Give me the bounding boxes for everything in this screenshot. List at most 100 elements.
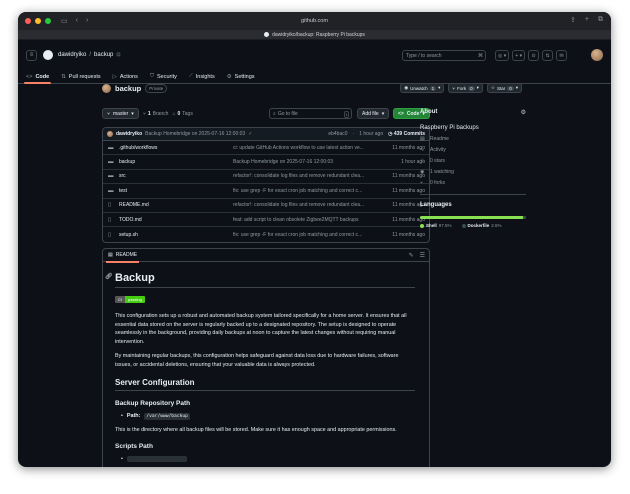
copilot-icon[interactable]: ◎ ▾ bbox=[495, 50, 510, 61]
branch-name: master bbox=[113, 110, 129, 117]
star-label: Star bbox=[496, 85, 506, 91]
repo-owner-avatar[interactable] bbox=[102, 83, 111, 93]
file-icon: ▯ bbox=[108, 231, 112, 238]
file-row[interactable]: ▬ .github/workflows ci: update GitHub Acti… bbox=[103, 141, 429, 156]
file-name[interactable]: src bbox=[119, 173, 126, 179]
tab-label: Actions bbox=[119, 73, 138, 80]
tab-label: Security bbox=[157, 73, 177, 80]
minimize-window-button[interactable] bbox=[35, 18, 41, 24]
commit-message[interactable]: Backup Homebridge on 2025-07-16 12:00:03 bbox=[145, 131, 245, 137]
close-window-button[interactable] bbox=[25, 18, 31, 24]
file-commit-message[interactable]: Backup Homebridge on 2025-07-16 12:00:03 bbox=[233, 159, 373, 165]
about-stat-star[interactable]: ☆ 0 stars bbox=[420, 158, 526, 164]
star-icon: ☆ bbox=[420, 158, 425, 164]
about-stat-pulse[interactable]: ∿ Activity bbox=[420, 147, 526, 153]
tags-link[interactable]: ⌂ 0 Tags bbox=[172, 111, 192, 117]
readme-tab[interactable]: ▤ README bbox=[105, 249, 140, 263]
check-icon[interactable]: ✓ bbox=[248, 131, 252, 137]
file-commit-message[interactable]: fix: use grep -F for exact cron job matc… bbox=[233, 188, 373, 194]
tab-code[interactable]: <> Code bbox=[23, 70, 52, 84]
file-name[interactable]: setup.sh bbox=[119, 232, 138, 238]
file-commit-message[interactable]: feat: add script to clean obsolete Zigbe… bbox=[233, 217, 373, 223]
github-logo-icon[interactable] bbox=[43, 50, 53, 60]
go-to-file-input[interactable]: ⌕ Go to file t bbox=[269, 108, 352, 119]
file-commit-message[interactable]: refactor!: consolidate log files and rem… bbox=[233, 202, 373, 208]
file-row[interactable]: ▬ test fix: use grep -F for exact cron job… bbox=[103, 184, 429, 199]
owner-link[interactable]: dawidryiko bbox=[58, 52, 86, 58]
tab-label: Insights bbox=[195, 73, 215, 80]
share-icon[interactable]: ⇪ bbox=[570, 16, 576, 24]
user-avatar[interactable] bbox=[591, 49, 603, 61]
pulse-icon: ∿ bbox=[420, 147, 425, 153]
menu-icon[interactable]: ≡ bbox=[26, 49, 37, 61]
book-icon: ▤ bbox=[420, 136, 425, 142]
file-name[interactable]: backup bbox=[119, 159, 135, 165]
about-stat-eye[interactable]: ◉ 1 watching bbox=[420, 169, 526, 175]
pull-requests-icon[interactable]: ⇅ bbox=[542, 50, 554, 61]
tab-label: Code bbox=[35, 73, 50, 80]
browser-tab[interactable]: dawidryiko/backup: Raspberry Pi backups bbox=[18, 30, 611, 40]
file-name[interactable]: README.md bbox=[119, 202, 149, 208]
add-file-button[interactable]: Add file ▾ bbox=[357, 108, 390, 119]
tab-title: dawidryiko/backup: Raspberry Pi backups bbox=[272, 31, 365, 38]
branches-link[interactable]: ⑂ 1 Branch bbox=[143, 111, 169, 117]
fork-button[interactable]: ⑂ Fork 0 ▾ bbox=[448, 83, 483, 93]
fork-icon: ⑂ bbox=[452, 85, 456, 91]
file-name[interactable]: .github/workflows bbox=[119, 145, 157, 151]
forward-icon[interactable]: › bbox=[86, 17, 88, 25]
pencil-icon[interactable]: ✎ bbox=[409, 252, 414, 259]
language-item[interactable]: Shell 97.5% bbox=[420, 223, 452, 228]
new-tab-icon[interactable]: + bbox=[585, 16, 589, 24]
commit-hash[interactable]: eb4bac0 bbox=[328, 131, 347, 137]
file-row[interactable]: ▯ README.md refactor!: consolidate log fil… bbox=[103, 199, 429, 213]
inbox-icon[interactable]: ✉ bbox=[556, 50, 568, 61]
star-button[interactable]: ☆ Star 0 ▾ bbox=[486, 83, 522, 93]
file-row[interactable]: ▯ TODO.md feat: add script to clean obsole… bbox=[103, 213, 429, 228]
commit-author[interactable]: dawidryiko bbox=[116, 131, 142, 137]
stat-label: 1 watching bbox=[430, 169, 454, 175]
zoom-window-button[interactable] bbox=[45, 18, 51, 24]
ci-status-badge[interactable]: CI passing bbox=[115, 296, 145, 303]
file-name[interactable]: test bbox=[119, 188, 127, 194]
unwatch-label: Unwatch bbox=[410, 85, 428, 91]
create-new-icon[interactable]: + ▾ bbox=[512, 50, 526, 61]
file-row[interactable]: ▬ backup Backup Homebridge on 2025-07-16 1… bbox=[103, 155, 429, 170]
star-count: 0 bbox=[507, 85, 514, 91]
graph-icon: ⟋ bbox=[188, 73, 193, 79]
outline-list-icon[interactable]: ☰ bbox=[420, 252, 425, 259]
chevron-down-icon: ▾ bbox=[515, 85, 518, 90]
eye-icon: ◉ bbox=[420, 169, 425, 175]
commit-time: 1 hour ago bbox=[359, 131, 384, 137]
file-row[interactable]: ▬ src refactor!: consolidate log files and… bbox=[103, 170, 429, 185]
server-config-heading: Server Configuration bbox=[115, 378, 415, 391]
breadcrumb-separator: / bbox=[89, 52, 92, 58]
search-input[interactable]: Type / to search ⌘ bbox=[402, 50, 486, 61]
unwatch-button[interactable]: ◉ Unwatch 1 ▾ bbox=[400, 83, 445, 93]
branch-selector[interactable]: ⑂ master ▾ bbox=[102, 108, 139, 119]
about-stat-book[interactable]: ▤ Readme bbox=[420, 136, 526, 142]
readme-intro-paragraph: This configuration sets up a robust and … bbox=[115, 313, 407, 345]
repo-title[interactable]: backup bbox=[115, 84, 141, 93]
file-commit-message[interactable]: ci: update GitHub Actions workflow to us… bbox=[233, 145, 373, 151]
link-icon[interactable]: 🔗︎ bbox=[105, 273, 113, 280]
file-commit-message[interactable]: refactor!: consolidate log files and rem… bbox=[233, 173, 373, 179]
browser-toolbar: ▭ ‹ › github.com ⇪ + ⧉ bbox=[18, 12, 611, 30]
tab-overview-icon[interactable]: ⧉ bbox=[598, 16, 603, 24]
commit-author-avatar[interactable] bbox=[107, 131, 113, 137]
language-item[interactable]: Dockerfile 2.5% bbox=[461, 223, 502, 228]
address-bar[interactable]: github.com bbox=[200, 15, 430, 26]
file-name[interactable]: TODO.md bbox=[119, 217, 142, 223]
branches-count: 1 bbox=[147, 110, 151, 117]
repo-link[interactable]: backup bbox=[94, 52, 113, 58]
readme-header: ▤ README ✎ ☰ bbox=[103, 249, 429, 263]
gear-icon[interactable]: ⚙ bbox=[521, 109, 526, 116]
stat-label: Readme bbox=[430, 136, 449, 142]
issues-icon[interactable]: ⊙ bbox=[528, 50, 540, 61]
tab-pull-requests[interactable]: ⇅ Pull requests bbox=[61, 70, 100, 83]
folder-icon: ▬ bbox=[108, 159, 114, 166]
about-stat-fork[interactable]: ⑂ 0 forks bbox=[420, 180, 526, 186]
file-commit-message[interactable]: fix: use grep -F for exact cron job matc… bbox=[233, 232, 373, 238]
sidebar-toggle-icon[interactable]: ▭ bbox=[61, 17, 68, 25]
back-icon[interactable]: ‹ bbox=[76, 17, 78, 25]
file-row[interactable]: ▯ setup.sh fix: use grep -F for exact cron… bbox=[103, 227, 429, 241]
